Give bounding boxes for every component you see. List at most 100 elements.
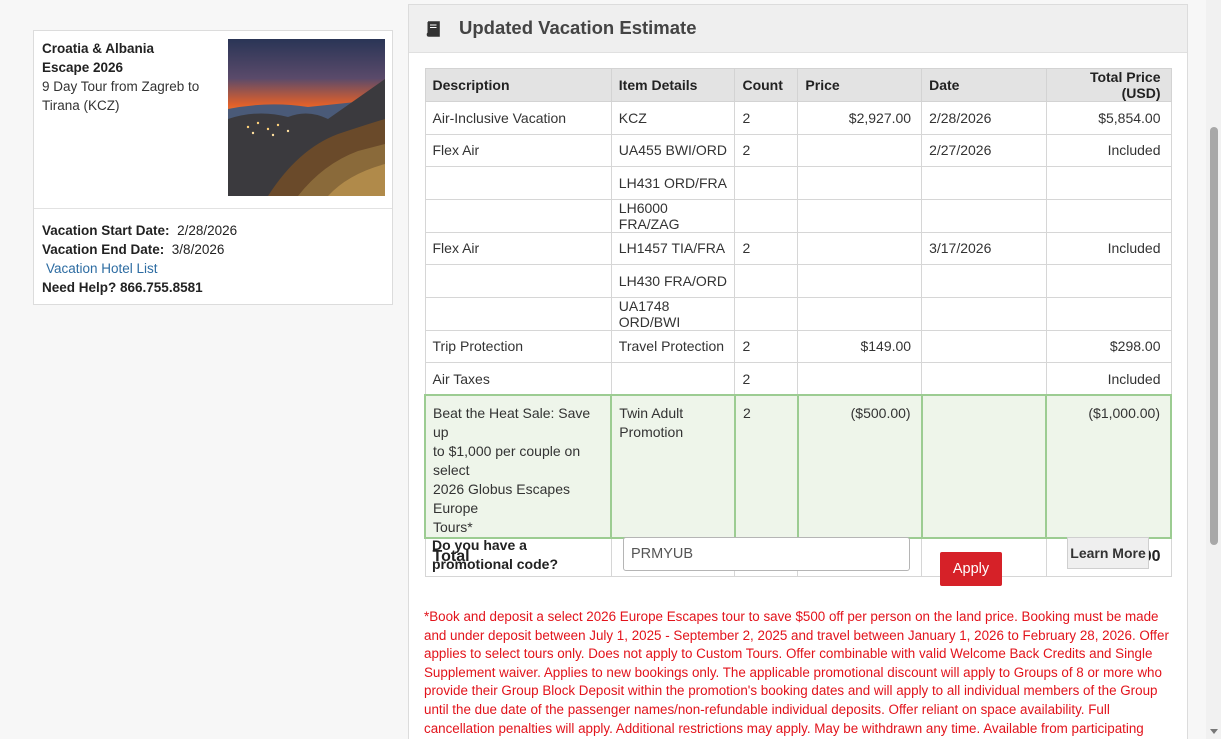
promo-code-label-line1: Do you have a [432,537,527,553]
cell-total: Included [1045,362,1172,396]
column-header: Price [797,68,923,102]
cell-date: 2/27/2026 [921,133,1047,167]
column-header: Total Price (USD) [1045,68,1172,102]
cell-item-details [610,362,736,396]
book-icon [426,21,440,37]
page-scrollbar[interactable] [1206,0,1221,739]
promo-details-line: Promotion [619,424,684,440]
cell-item-details: LH430 FRA/ORD [610,264,736,298]
tour-subtitle: 9 Day Tour from Zagreb to Tirana (KCZ) [42,77,222,115]
cell-count [734,198,799,233]
start-date-value: 2/28/2026 [177,223,238,238]
cell-date [921,198,1047,233]
cell-description: Air Taxes [424,362,612,396]
end-date-label: Vacation End Date: [42,242,165,257]
promo-item-details: Twin Adult Promotion [610,394,736,539]
panel-title: Updated Vacation Estimate [459,17,697,38]
cell-date [921,166,1047,200]
cell-count [734,296,799,331]
start-date-label: Vacation Start Date: [42,223,170,238]
tour-dates-info: Vacation Start Date: 2/28/2026 Vacation … [42,221,237,297]
end-date-row: Vacation End Date: 3/8/2026 [42,240,237,259]
cell-count [734,264,799,298]
cell-item-details: LH431 ORD/FRA [610,166,736,200]
estimate-table: Description Item Details Count Price Dat… [423,68,1172,577]
cell-date: 3/17/2026 [921,231,1047,265]
cell-total: $5,854.00 [1045,101,1172,135]
promo-code-label-line2: promotional code? [432,556,558,572]
cell-item-details: LH6000 FRA/ZAG [610,198,736,233]
promotion-row: Beat the Heat Sale: Save up to $1,000 pe… [423,394,1172,539]
cell-description: Flex Air [424,231,612,265]
promo-count: 2 [733,394,799,539]
estimate-panel: Updated Vacation Estimate Description It… [408,4,1188,739]
tour-title-line2: Escape 2026 [42,60,124,75]
table-row: UA1748 ORD/BWI [424,296,1172,331]
table-header-row: Description Item Details Count Price Dat… [424,68,1172,102]
apply-button[interactable]: Apply [940,552,1002,586]
scrollbar-thumb[interactable] [1210,127,1218,545]
help-phone: Need Help? 866.755.8581 [42,280,203,295]
cell-price [797,133,923,167]
start-date-row: Vacation Start Date: 2/28/2026 [42,221,237,240]
cell-date [921,296,1047,331]
cell-price [797,296,923,331]
tour-summary-header: Croatia & Albania Escape 2026 9 Day Tour… [34,31,392,209]
cell-price [797,231,923,265]
cell-description: Flex Air [424,133,612,167]
cell-price [797,264,923,298]
cell-item-details: LH1457 TIA/FRA [610,231,736,265]
table-row: LH430 FRA/ORD [424,264,1172,298]
cell-price: $2,927.00 [797,101,923,135]
table-row: LH431 ORD/FRA [424,166,1172,200]
cell-total [1045,264,1172,298]
cell-item-details: Travel Protection [610,329,736,363]
cell-count [734,166,799,200]
tour-title: Croatia & Albania Escape 2026 [42,39,222,77]
cell-price [797,198,923,233]
cell-item-details: KCZ [610,101,736,135]
promo-description-line: to $1,000 per couple on select [433,443,581,478]
cell-total: Included [1045,231,1172,265]
promo-date [920,394,1048,539]
cell-item-details: UA455 BWI/ORD [610,133,736,167]
cell-description [424,296,612,331]
cell-description: Air-Inclusive Vacation [424,101,612,135]
promotion-disclaimer: *Book and deposit a select 2026 Europe E… [424,609,1169,736]
table-row: Flex Air UA455 BWI/ORD 2 2/27/2026 Inclu… [424,133,1172,167]
cell-description [424,264,612,298]
cell-count: 2 [734,231,799,265]
cell-date [921,264,1047,298]
promo-description-line: Beat the Heat Sale: Save up [433,405,591,440]
column-header: Description [424,68,612,102]
table-row: Trip Protection Travel Protection 2 $149… [424,329,1172,363]
cell-total [1045,296,1172,331]
promo-description-line: 2026 Globus Escapes Europe [433,481,570,516]
cell-date [921,329,1047,363]
promo-total: ($1,000.00) [1045,394,1172,539]
cell-date: 2/28/2026 [921,101,1047,135]
tour-summary-card: Croatia & Albania Escape 2026 9 Day Tour… [33,30,393,305]
cell-total [1045,198,1172,233]
cell-description [424,198,612,233]
hotel-list-link[interactable]: Vacation Hotel List [42,261,158,276]
tour-photo [228,39,385,196]
tour-subtitle-line2: Tirana (KCZ) [42,98,120,113]
cell-price [797,362,923,396]
column-header: Item Details [610,68,736,102]
column-header: Date [921,68,1047,102]
table-row: Flex Air LH1457 TIA/FRA 2 3/17/2026 Incl… [424,231,1172,265]
promo-code-label: Do you have a promotional code? [432,536,582,574]
cell-date [921,362,1047,396]
tour-subtitle-line1: 9 Day Tour from Zagreb to [42,79,200,94]
promo-code-input[interactable] [623,537,910,571]
table-row: LH6000 FRA/ZAG [424,198,1172,233]
scroll-down-arrow-icon[interactable] [1210,729,1218,734]
cell-count: 2 [734,362,799,396]
cell-item-details: UA1748 ORD/BWI [610,296,736,331]
column-header: Count [734,68,799,102]
cell-description [424,166,612,200]
learn-more-button[interactable]: Learn More [1067,537,1149,569]
end-date-value: 3/8/2026 [171,242,225,257]
promo-description-line: Tours* [433,519,473,535]
